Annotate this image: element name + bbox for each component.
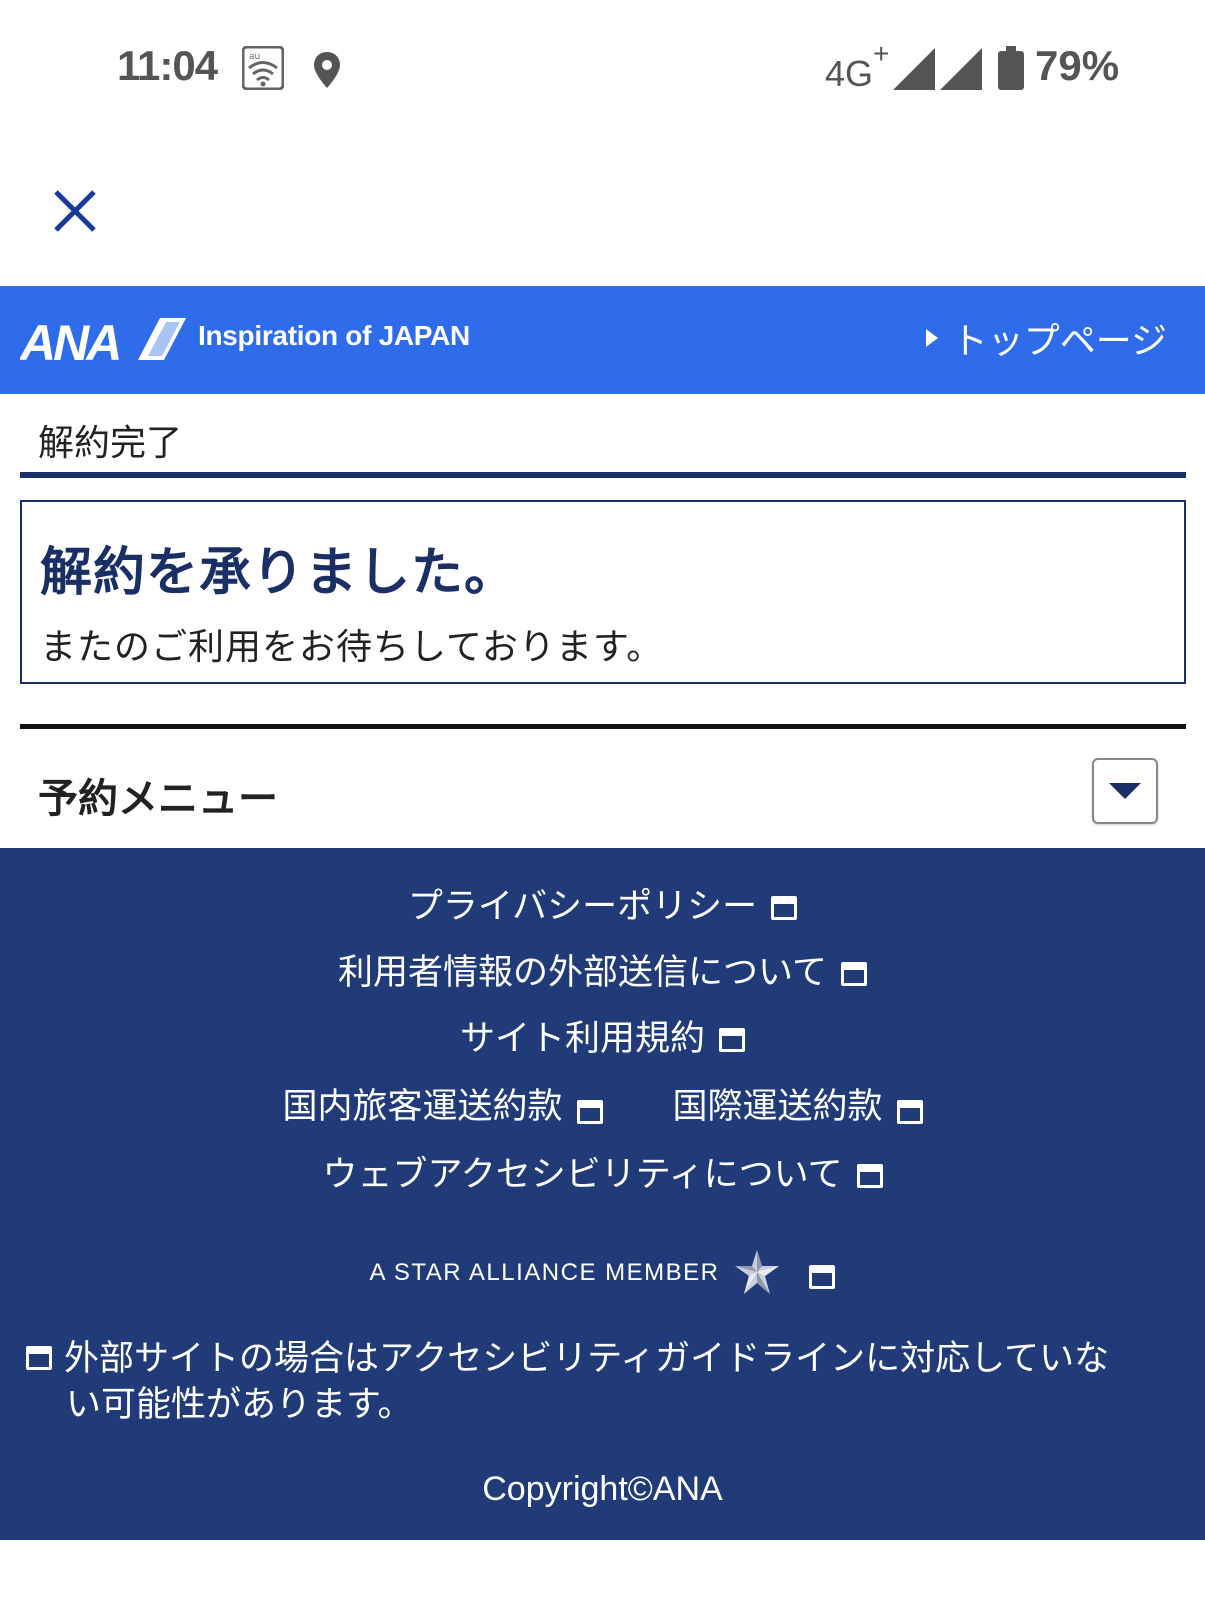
accessibility-link[interactable]: ウェブアクセシビリティについて	[0, 1146, 1205, 1197]
battery-icon	[998, 46, 1024, 90]
site-header: ANA Inspiration of JAPAN トップページ	[0, 286, 1205, 394]
caret-right-icon	[925, 329, 938, 347]
external-window-icon	[896, 1100, 923, 1124]
external-window-icon	[809, 1265, 836, 1289]
close-icon[interactable]	[52, 188, 98, 234]
reservation-menu-title: 予約メニュー	[38, 776, 278, 822]
network-type: 4G+	[825, 38, 890, 94]
external-window-icon	[840, 961, 867, 986]
top-page-label: トップページ	[951, 321, 1167, 362]
message-box: 解約を承りました。 またのご利用をお待ちしております。	[20, 500, 1186, 684]
title-divider	[20, 472, 1186, 478]
tagline: Inspiration of JAPAN	[198, 320, 470, 351]
site-terms-link[interactable]: サイト利用規約	[0, 1010, 1205, 1061]
international-tariff-link[interactable]: 国際運送約款	[673, 1078, 923, 1129]
external-window-icon	[856, 1163, 883, 1188]
domestic-tariff-link[interactable]: 国内旅客運送約款	[282, 1078, 603, 1129]
star-alliance-label: A STAR ALLIANCE MEMBER	[369, 1259, 720, 1286]
star-alliance-link[interactable]: A STAR ALLIANCE MEMBER	[0, 1248, 1205, 1298]
chevron-down-icon	[1109, 783, 1141, 799]
battery-percent: 79%	[1035, 42, 1120, 89]
status-bar: 11:04 au 4G+ 79%	[0, 0, 1205, 140]
signal-icon	[893, 48, 935, 90]
location-icon	[314, 52, 340, 88]
external-window-icon	[576, 1100, 603, 1124]
external-window-icon	[26, 1346, 52, 1370]
privacy-policy-link[interactable]: プライバシーポリシー	[0, 878, 1205, 929]
svg-text:au: au	[249, 52, 260, 62]
copyright: Copyright©ANA	[482, 1470, 723, 1508]
tariff-links-row: 国内旅客運送約款 国際運送約款	[0, 1078, 1205, 1129]
svg-text:ANA: ANA	[20, 315, 119, 366]
message-heading: 解約を承りました。	[40, 543, 518, 603]
external-site-note: 外部サイトの場合はアクセシビリティガイドラインに対応していな い可能性があります…	[26, 1336, 1186, 1428]
external-window-icon	[771, 895, 798, 920]
menu-divider	[20, 724, 1186, 729]
page-title: 解約完了	[38, 423, 183, 464]
signal-icon	[940, 48, 982, 90]
external-send-link[interactable]: 利用者情報の外部送信について	[0, 944, 1205, 995]
footer: プライバシーポリシー 利用者情報の外部送信について サイト利用規約 国内旅客運送…	[0, 848, 1205, 1540]
status-time: 11:04	[117, 42, 218, 89]
star-alliance-icon	[735, 1250, 780, 1294]
wifi-icon: au	[242, 46, 284, 90]
menu-expand-button[interactable]	[1092, 758, 1158, 824]
ana-logo[interactable]: ANA	[20, 314, 186, 366]
top-page-link[interactable]: トップページ	[925, 312, 1167, 364]
message-subtext: またのご利用をお待ちしております。	[40, 627, 664, 668]
external-window-icon	[719, 1027, 745, 1052]
